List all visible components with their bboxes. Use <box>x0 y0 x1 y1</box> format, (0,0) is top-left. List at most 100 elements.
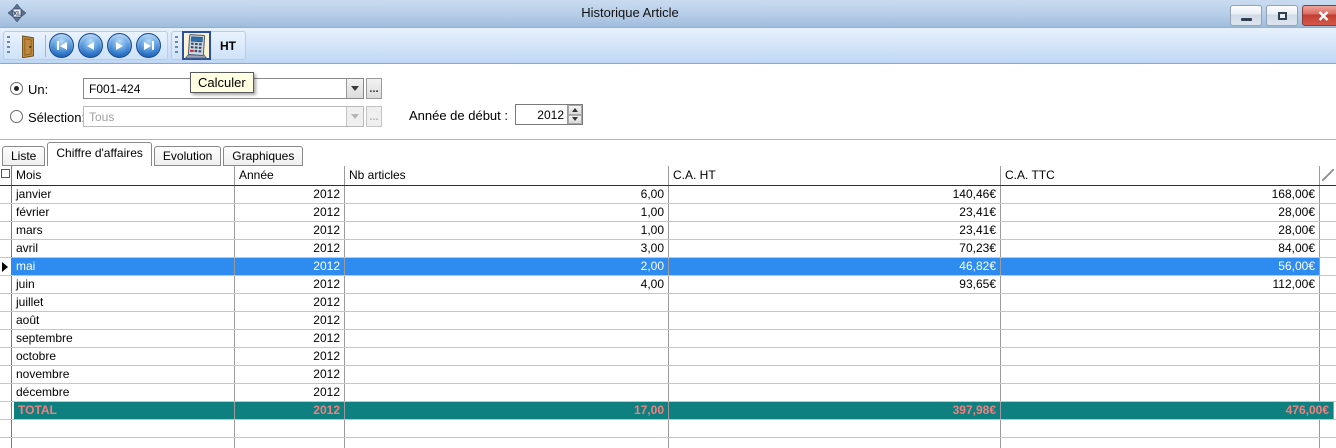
cell-mois[interactable]: juillet <box>12 294 235 311</box>
row-selector-cell[interactable] <box>0 312 12 329</box>
cell-ca-ht[interactable] <box>669 384 1001 401</box>
row-selector-cell[interactable] <box>0 276 12 293</box>
cell-ca-ht[interactable] <box>669 438 1001 448</box>
cell-mois[interactable]: janvier <box>12 186 235 203</box>
cell-nb-articles[interactable]: 2,00 <box>345 258 669 275</box>
tab-liste[interactable]: Liste <box>2 146 46 166</box>
selection-browse-button[interactable]: ... <box>366 106 382 127</box>
table-row-novembre[interactable]: novembre 2012 <box>0 366 1336 384</box>
ht-toggle-button[interactable]: HT <box>211 32 245 59</box>
cell-nb-articles[interactable]: 6,00 <box>345 186 669 203</box>
cell-mois[interactable]: septembre <box>12 330 235 347</box>
select-all-checkbox[interactable] <box>1 169 10 178</box>
header-annee[interactable]: Année <box>235 166 345 185</box>
row-selector-cell[interactable] <box>0 240 12 257</box>
cell-mois[interactable]: mai <box>12 258 235 275</box>
cell-mois[interactable] <box>12 438 235 448</box>
cell-annee[interactable]: 2012 <box>235 312 345 329</box>
cell-ca-ttc[interactable] <box>1001 330 1320 347</box>
nav-first-button[interactable] <box>49 33 74 58</box>
row-selector-cell[interactable] <box>0 186 12 203</box>
table-row-janvier[interactable]: janvier 2012 6,00 140,46€ 168,00€ <box>0 186 1336 204</box>
cell-ca-ht[interactable] <box>669 366 1001 383</box>
cell-ca-ttc[interactable]: 112,00€ <box>1001 276 1320 293</box>
calculate-button[interactable] <box>181 31 211 60</box>
row-selector-cell[interactable] <box>0 366 12 383</box>
table-row-avril[interactable]: avril 2012 3,00 70,23€ 84,00€ <box>0 240 1336 258</box>
cell-ca-ht[interactable]: 23,41€ <box>669 204 1001 221</box>
cell-nb-articles[interactable] <box>345 348 669 365</box>
cell-annee[interactable]: 2012 <box>235 384 345 401</box>
row-selector-cell[interactable] <box>0 222 12 239</box>
cell-ca-ht[interactable]: 23,41€ <box>669 222 1001 239</box>
year-input[interactable]: 2012 <box>516 105 567 124</box>
article-combo-dropdown-button[interactable] <box>346 79 363 98</box>
cell-annee[interactable]: 2012 <box>235 222 345 239</box>
cell-ca-ttc[interactable]: 476,00€ <box>1001 402 1334 419</box>
selection-combo-input[interactable]: Tous <box>84 107 346 126</box>
row-selector-cell[interactable] <box>0 294 12 311</box>
toolbar-grip[interactable] <box>7 35 10 56</box>
cell-ca-ht[interactable] <box>669 312 1001 329</box>
cell-annee[interactable]: 2012 <box>235 402 345 419</box>
cell-ca-ttc[interactable] <box>1001 438 1320 448</box>
cell-mois[interactable]: décembre <box>12 384 235 401</box>
table-row-février[interactable]: février 2012 1,00 23,41€ 28,00€ <box>0 204 1336 222</box>
cell-ca-ttc[interactable] <box>1001 420 1320 437</box>
row-selector-cell[interactable] <box>0 420 12 437</box>
cell-nb-articles[interactable] <box>345 366 669 383</box>
table-row-juillet[interactable]: juillet 2012 <box>0 294 1336 312</box>
table-row-septembre[interactable]: septembre 2012 <box>0 330 1336 348</box>
cell-annee[interactable] <box>235 420 345 437</box>
selection-combo-dropdown-button[interactable] <box>346 107 363 126</box>
header-nb-articles[interactable]: Nb articles <box>345 166 669 185</box>
header-mois[interactable]: Mois <box>12 166 235 185</box>
cell-nb-articles[interactable]: 17,00 <box>345 402 669 419</box>
tab-chiffre-daffaires[interactable]: Chiffre d'affaires <box>47 142 152 166</box>
cell-annee[interactable]: 2012 <box>235 348 345 365</box>
cell-nb-articles[interactable]: 1,00 <box>345 222 669 239</box>
cell-mois[interactable]: février <box>12 204 235 221</box>
table-row-décembre[interactable]: décembre 2012 <box>0 384 1336 402</box>
cell-nb-articles[interactable] <box>345 420 669 437</box>
cell-ca-ttc[interactable] <box>1001 348 1320 365</box>
radio-selection[interactable] <box>10 110 23 123</box>
cell-annee[interactable]: 2012 <box>235 186 345 203</box>
cell-ca-ttc[interactable] <box>1001 384 1320 401</box>
cell-ca-ttc[interactable]: 56,00€ <box>1001 258 1320 275</box>
row-selector-cell[interactable] <box>0 438 12 448</box>
toolbar-grip[interactable] <box>175 35 178 56</box>
cell-annee[interactable]: 2012 <box>235 204 345 221</box>
cell-nb-articles[interactable] <box>345 312 669 329</box>
cell-ca-ttc[interactable] <box>1001 294 1320 311</box>
cell-mois[interactable]: mars <box>12 222 235 239</box>
row-selector-cell[interactable] <box>0 330 12 347</box>
cell-ca-ttc[interactable] <box>1001 312 1320 329</box>
cell-ca-ht[interactable]: 397,98€ <box>669 402 1001 419</box>
restore-button[interactable] <box>1266 5 1298 26</box>
row-selector-cell[interactable] <box>0 402 12 419</box>
cell-ca-ht[interactable] <box>669 330 1001 347</box>
cell-ca-ht[interactable]: 70,23€ <box>669 240 1001 257</box>
cell-nb-articles[interactable]: 1,00 <box>345 204 669 221</box>
cell-mois[interactable]: novembre <box>12 366 235 383</box>
table-row-juin[interactable]: juin 2012 4,00 93,65€ 112,00€ <box>0 276 1336 294</box>
tab-evolution[interactable]: Evolution <box>153 146 222 166</box>
cell-nb-articles[interactable]: 3,00 <box>345 240 669 257</box>
minimize-button[interactable] <box>1230 5 1262 26</box>
cell-nb-articles[interactable] <box>345 384 669 401</box>
cell-mois[interactable]: avril <box>12 240 235 257</box>
nav-next-button[interactable] <box>107 33 132 58</box>
cell-mois[interactable] <box>12 420 235 437</box>
table-row-octobre[interactable]: octobre 2012 <box>0 348 1336 366</box>
cell-annee[interactable]: 2012 <box>235 294 345 311</box>
radio-un[interactable] <box>10 82 23 95</box>
cell-ca-ht[interactable]: 140,46€ <box>669 186 1001 203</box>
article-browse-button[interactable]: ... <box>366 78 382 99</box>
tab-graphiques[interactable]: Graphiques <box>223 146 304 166</box>
cell-annee[interactable]: 2012 <box>235 330 345 347</box>
table-row-mars[interactable]: mars 2012 1,00 23,41€ 28,00€ <box>0 222 1336 240</box>
cell-annee[interactable]: 2012 <box>235 240 345 257</box>
cell-nb-articles[interactable]: 4,00 <box>345 276 669 293</box>
header-ca-ttc[interactable]: C.A. TTC <box>1001 166 1320 185</box>
